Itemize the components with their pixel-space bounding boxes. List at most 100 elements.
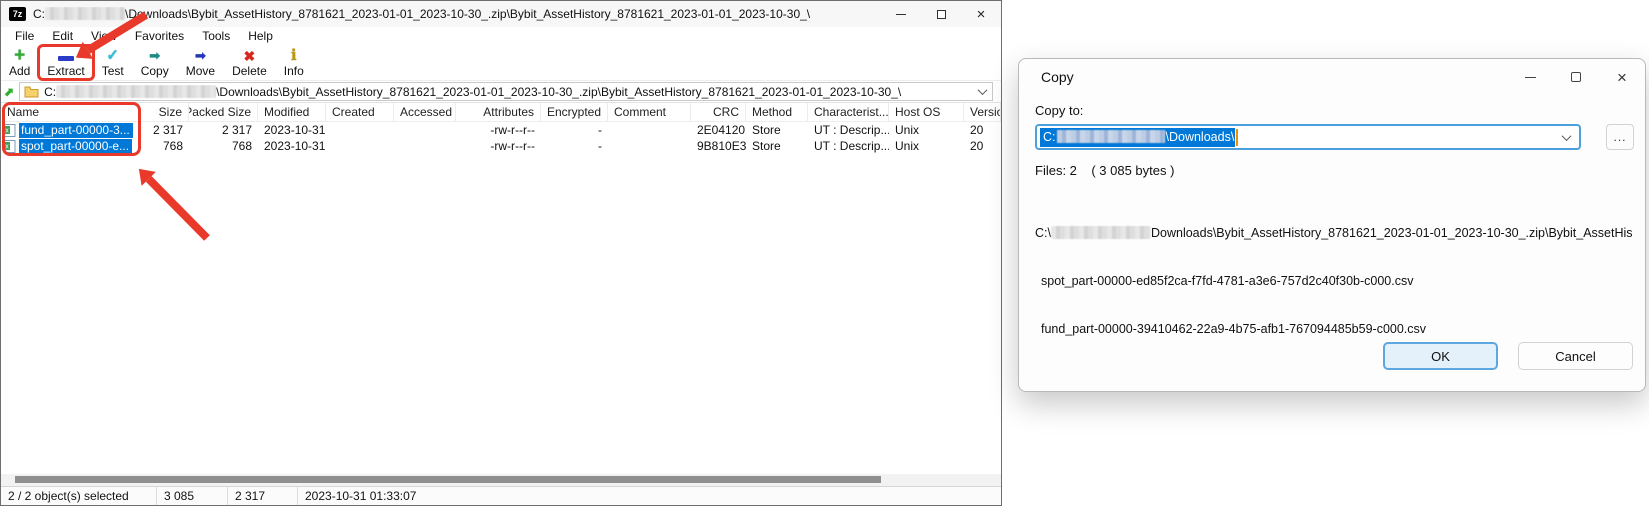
menu-favorites[interactable]: Favorites <box>126 28 193 44</box>
column-header-name[interactable]: Name <box>1 103 139 121</box>
test-icon: ✓ <box>106 47 119 64</box>
extract-icon-wrap <box>58 47 74 64</box>
table-row[interactable]: x fund_part-00000-3... 2 317 2 317 2023-… <box>1 122 1001 138</box>
column-header-encrypted[interactable]: Encrypted <box>541 103 608 121</box>
table-row[interactable]: x spot_part-00000-e... 768 768 2023-10-3… <box>1 138 1001 154</box>
address-path-text: \Downloads\Bybit_AssetHistory_8781621_20… <box>216 85 901 99</box>
window-controls: × <box>881 1 1001 27</box>
cancel-button[interactable]: Cancel <box>1518 342 1633 370</box>
cell-packed-size: 2 317 <box>189 123 258 137</box>
address-path: C:\Downloads\Bybit_AssetHistory_8781621_… <box>44 85 974 99</box>
move-button[interactable]: ➡ Move <box>181 47 220 78</box>
add-label: Add <box>9 64 30 78</box>
status-total-size: 3 085 <box>156 487 227 505</box>
dialog-body: Copy to: C:\Downloads\ ... Files: 2 ( 3 … <box>1019 103 1645 369</box>
archive-drive: C:\ <box>1035 226 1051 240</box>
column-header-accessed[interactable]: Accessed <box>394 103 456 121</box>
cell-packed-size: 768 <box>189 139 258 153</box>
selected-file-name: spot_part-00000-e... <box>19 139 132 154</box>
column-header-attributes[interactable]: Attributes <box>456 103 541 121</box>
address-field[interactable]: C:\Downloads\Bybit_AssetHistory_8781621_… <box>19 82 993 101</box>
window-title: C:\Downloads\Bybit_AssetHistory_8781621_… <box>33 7 881 21</box>
seven-zip-window: 7z C:\Downloads\Bybit_AssetHistory_87816… <box>0 0 1002 506</box>
column-header-host-os[interactable]: Host OS <box>889 103 964 121</box>
delete-button[interactable]: ✖ Delete <box>227 47 272 78</box>
list-item: spot_part-00000-ed85f2ca-f7fd-4781-a3e6-… <box>1035 273 1645 289</box>
column-header-method[interactable]: Method <box>746 103 808 121</box>
destination-selected-text: C:\Downloads\ <box>1040 128 1235 147</box>
destination-path: \Downloads\ <box>1166 130 1235 144</box>
7zip-app-icon: 7z <box>9 7 26 21</box>
cell-version: 20 <box>964 123 1001 137</box>
dialog-title: Copy <box>1041 69 1507 85</box>
add-button[interactable]: + Add <box>4 47 35 78</box>
list-item: fund_part-00000-39410462-22a9-4b75-afb1-… <box>1035 321 1645 337</box>
svg-text:x: x <box>5 127 9 134</box>
menu-view[interactable]: View <box>82 28 126 44</box>
status-modified-date: 2023-10-31 01:33:07 <box>297 487 1001 505</box>
column-header-characteristics[interactable]: Characterist... <box>808 103 889 121</box>
extract-button[interactable]: Extract <box>42 47 89 78</box>
file-name-cell: x spot_part-00000-e... <box>1 139 139 154</box>
destination-row: C:\Downloads\ ... <box>1035 124 1645 150</box>
cell-method: Store <box>746 139 808 153</box>
menu-tools[interactable]: Tools <box>193 28 239 44</box>
dialog-close-button[interactable]: × <box>1599 59 1645 95</box>
copy-icon: ➡ <box>149 47 160 64</box>
jump-icon[interactable]: ➡ <box>1 84 17 100</box>
delete-label: Delete <box>232 64 267 78</box>
menu-help[interactable]: Help <box>239 28 282 44</box>
cell-size: 2 317 <box>139 123 189 137</box>
address-dropdown-icon[interactable] <box>978 85 988 95</box>
browse-button[interactable]: ... <box>1606 124 1634 150</box>
minimize-button[interactable] <box>881 1 921 27</box>
move-label: Move <box>186 64 215 78</box>
minimize-icon <box>896 14 906 15</box>
file-name-cell: x fund_part-00000-3... <box>1 123 139 138</box>
csv-file-icon: x <box>3 124 16 137</box>
test-button[interactable]: ✓ Test <box>97 47 129 78</box>
scrollbar-thumb[interactable] <box>15 476 881 483</box>
column-header-version[interactable]: Version <box>964 103 1001 121</box>
destination-combobox[interactable]: C:\Downloads\ <box>1035 124 1581 150</box>
archive-path: Downloads\Bybit_AssetHistory_8781621_202… <box>1151 226 1633 240</box>
column-header-comment[interactable]: Comment <box>608 103 691 121</box>
column-header-packed-size[interactable]: Packed Size <box>189 103 258 121</box>
info-button[interactable]: i Info <box>279 47 309 78</box>
status-selected-size: 2 317 <box>227 487 297 505</box>
copy-to-label: Copy to: <box>1035 103 1645 118</box>
column-header-size[interactable]: Size <box>139 103 189 121</box>
cell-host-os: Unix <box>889 139 964 153</box>
column-header-crc[interactable]: CRC <box>691 103 746 121</box>
info-icon: i <box>291 47 297 64</box>
selected-file-name: fund_part-00000-3... <box>19 123 133 138</box>
maximize-icon <box>937 10 946 19</box>
maximize-icon <box>1571 72 1581 82</box>
close-button[interactable]: × <box>961 1 1001 27</box>
file-list: Name Size Packed Size Modified Created A… <box>1 102 1001 474</box>
cell-encrypted: - <box>541 123 608 137</box>
cell-crc: 2E041201 <box>691 123 746 137</box>
copy-button[interactable]: ➡ Copy <box>136 47 174 78</box>
close-icon: × <box>977 7 986 22</box>
title-bar: 7z C:\Downloads\Bybit_AssetHistory_87816… <box>1 1 1001 27</box>
column-header-created[interactable]: Created <box>326 103 394 121</box>
combobox-dropdown-icon[interactable] <box>1562 131 1572 141</box>
menu-edit[interactable]: Edit <box>43 28 82 44</box>
dialog-minimize-button[interactable] <box>1507 59 1553 95</box>
folder-icon <box>24 86 39 98</box>
dialog-maximize-button[interactable] <box>1553 59 1599 95</box>
maximize-button[interactable] <box>921 1 961 27</box>
column-header-modified[interactable]: Modified <box>258 103 326 121</box>
ok-button[interactable]: OK <box>1383 342 1498 370</box>
dialog-window-controls: × <box>1507 59 1645 95</box>
screenshot-canvas: 7z C:\Downloads\Bybit_AssetHistory_87816… <box>0 0 1649 509</box>
horizontal-scrollbar[interactable] <box>1 474 1001 486</box>
cell-modified: 2023-10-31... <box>258 139 326 153</box>
menu-file[interactable]: File <box>6 28 43 44</box>
copy-label: Copy <box>141 64 169 78</box>
cell-method: Store <box>746 123 808 137</box>
redacted-user-path <box>1057 130 1165 143</box>
column-header-row: Name Size Packed Size Modified Created A… <box>1 103 1001 122</box>
cell-characteristics: UT : Descrip... <box>808 139 889 153</box>
